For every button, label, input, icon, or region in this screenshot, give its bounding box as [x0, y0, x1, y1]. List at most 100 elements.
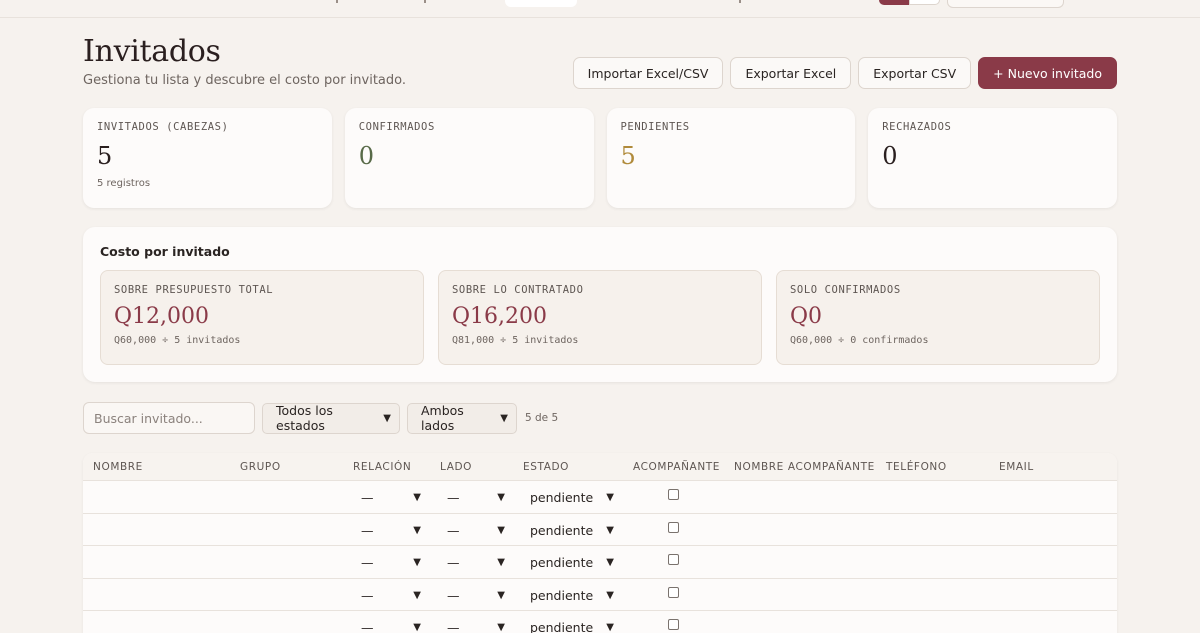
column-header-status[interactable]: ESTADO	[523, 461, 569, 473]
status-select[interactable]: pendiente ▼	[530, 588, 614, 603]
chevron-down-icon: ▼	[606, 622, 614, 633]
chevron-down-icon: ▼	[500, 412, 508, 424]
stat-card-pending: PENDIENTES 5	[606, 108, 856, 208]
column-header-relation[interactable]: RELACIÓN	[353, 461, 411, 473]
nav-active-tab[interactable]	[505, 0, 577, 7]
cost-card-label: SOLO CONFIRMADOS	[790, 284, 901, 296]
side-select[interactable]: — ▼	[447, 555, 505, 570]
cost-per-guest-panel: Costo por invitado SOBRE PRESUPUESTO TOT…	[83, 227, 1117, 382]
status-select[interactable]: pendiente ▼	[530, 523, 614, 538]
chevron-down-icon: ▼	[413, 492, 421, 503]
header-actions: Importar Excel/CSV Exportar Excel Export…	[572, 57, 1117, 89]
chevron-down-icon: ▼	[497, 557, 505, 568]
table-row: — ▼ — ▼ pendiente ▼	[83, 514, 1117, 546]
side-filter-select[interactable]: Ambos lados ▼	[407, 402, 517, 434]
table-row: — ▼ — ▼ pendiente ▼	[83, 579, 1117, 611]
side-value: —	[447, 587, 460, 603]
relation-select[interactable]: — ▼	[361, 490, 421, 505]
side-select[interactable]: — ▼	[447, 588, 505, 603]
stat-card-confirmed: CONFIRMADOS 0	[344, 108, 594, 208]
side-select[interactable]: — ▼	[447, 620, 505, 633]
stat-label: CONFIRMADOS	[358, 121, 435, 133]
status-value: pendiente	[530, 490, 594, 505]
cost-card-meta: Q60,000 ÷ 5 invitados	[114, 335, 241, 346]
chevron-down-icon: ▼	[497, 589, 505, 601]
relation-value: —	[361, 522, 374, 538]
stat-label: INVITADOS (CABEZAS)	[97, 121, 229, 133]
column-header-group[interactable]: GRUPO	[240, 461, 281, 473]
column-header-phone[interactable]: TELÉFONO	[886, 461, 947, 473]
cost-card-value: Q0	[790, 304, 823, 329]
table-row: — ▼ — ▼ pendiente ▼	[83, 481, 1117, 514]
side-value: —	[447, 555, 460, 570]
cost-card-meta: Q81,000 ÷ 5 invitados	[452, 335, 579, 346]
status-select[interactable]: pendiente ▼	[530, 555, 614, 570]
status-filter-select[interactable]: Todos los estados ▼	[262, 402, 400, 434]
stat-meta: 5 registros	[97, 178, 151, 189]
status-select[interactable]: pendiente ▼	[530, 490, 614, 505]
cost-cards: SOBRE PRESUPUESTO TOTAL Q12,000 Q60,000 …	[100, 270, 1100, 365]
nav-fragment	[739, 0, 741, 3]
column-header-companion[interactable]: ACOMPAÑANTE	[633, 461, 720, 473]
nav-fragment	[424, 0, 426, 3]
stat-label: PENDIENTES	[620, 121, 690, 133]
chevron-down-icon: ▼	[413, 557, 421, 568]
status-value: pendiente	[530, 522, 594, 538]
stat-value: 5	[97, 142, 113, 170]
table-row: — ▼ — ▼ pendiente ▼	[83, 611, 1117, 633]
column-header-name[interactable]: NOMBRE	[93, 461, 143, 473]
status-value: pendiente	[530, 620, 594, 633]
cost-card-label: SOBRE PRESUPUESTO TOTAL	[114, 284, 274, 296]
status-filter-value: Todos los estados	[276, 403, 333, 433]
guest-table: NOMBRE GRUPO RELACIÓN LADO ESTADO ACOMPA…	[83, 453, 1117, 633]
side-select[interactable]: — ▼	[447, 523, 505, 538]
cost-panel-title: Costo por invitado	[100, 244, 230, 259]
relation-select[interactable]: — ▼	[361, 588, 421, 603]
chevron-down-icon: ▼	[497, 622, 505, 633]
column-header-side[interactable]: LADO	[440, 461, 472, 473]
import-button[interactable]: Importar Excel/CSV	[572, 57, 724, 89]
stats-row: INVITADOS (CABEZAS) 5 5 registros CONFIR…	[83, 108, 1117, 208]
companion-checkbox[interactable]	[668, 619, 679, 630]
side-value: —	[447, 522, 460, 538]
column-header-companion-name[interactable]: NOMBRE ACOMPAÑANTE	[734, 461, 875, 473]
toggle-segment-active[interactable]	[879, 0, 909, 5]
column-header-email[interactable]: EMAIL	[999, 461, 1034, 473]
export-excel-button[interactable]: Exportar Excel	[730, 57, 852, 89]
cost-card-contracted: SOBRE LO CONTRATADO Q16,200 Q81,000 ÷ 5 …	[438, 270, 762, 365]
filter-bar: Todos los estados ▼ Ambos lados ▼ 5 de 5	[83, 402, 558, 434]
chevron-down-icon: ▼	[413, 589, 421, 601]
cost-card-value: Q16,200	[452, 304, 548, 329]
companion-checkbox[interactable]	[668, 489, 679, 500]
relation-value: —	[361, 555, 374, 570]
stat-value: 0	[358, 142, 375, 170]
companion-checkbox[interactable]	[668, 521, 679, 533]
side-filter-value: Ambos lados	[421, 403, 464, 433]
result-count: 5 de 5	[525, 412, 559, 424]
stat-card-guests: INVITADOS (CABEZAS) 5 5 registros	[83, 108, 332, 208]
relation-select[interactable]: — ▼	[361, 523, 421, 538]
search-input[interactable]	[83, 402, 255, 434]
chevron-down-icon: ▼	[497, 492, 505, 503]
chevron-down-icon: ▼	[413, 524, 421, 536]
relation-select[interactable]: — ▼	[361, 620, 421, 633]
relation-value: —	[361, 587, 374, 603]
relation-select[interactable]: — ▼	[361, 555, 421, 570]
stat-value: 5	[620, 142, 636, 170]
nav-fragment	[336, 0, 338, 3]
stat-card-rejected: RECHAZADOS 0	[868, 108, 1117, 208]
relation-value: —	[361, 620, 374, 633]
companion-checkbox[interactable]	[668, 554, 679, 565]
new-guest-button[interactable]: + Nuevo invitado	[978, 57, 1117, 89]
page-subtitle: Gestiona tu lista y descubre el costo po…	[83, 73, 406, 88]
relation-value: —	[361, 490, 374, 505]
toggle-segment[interactable]	[909, 0, 940, 5]
status-select[interactable]: pendiente ▼	[530, 620, 614, 633]
user-menu[interactable]	[947, 0, 1064, 8]
companion-checkbox[interactable]	[668, 586, 679, 598]
export-csv-button[interactable]: Exportar CSV	[858, 57, 972, 89]
side-select[interactable]: — ▼	[447, 490, 505, 505]
cost-card-meta: Q60,000 ÷ 0 confirmados	[790, 335, 929, 346]
side-value: —	[447, 620, 460, 633]
stat-label: RECHAZADOS	[882, 121, 952, 133]
